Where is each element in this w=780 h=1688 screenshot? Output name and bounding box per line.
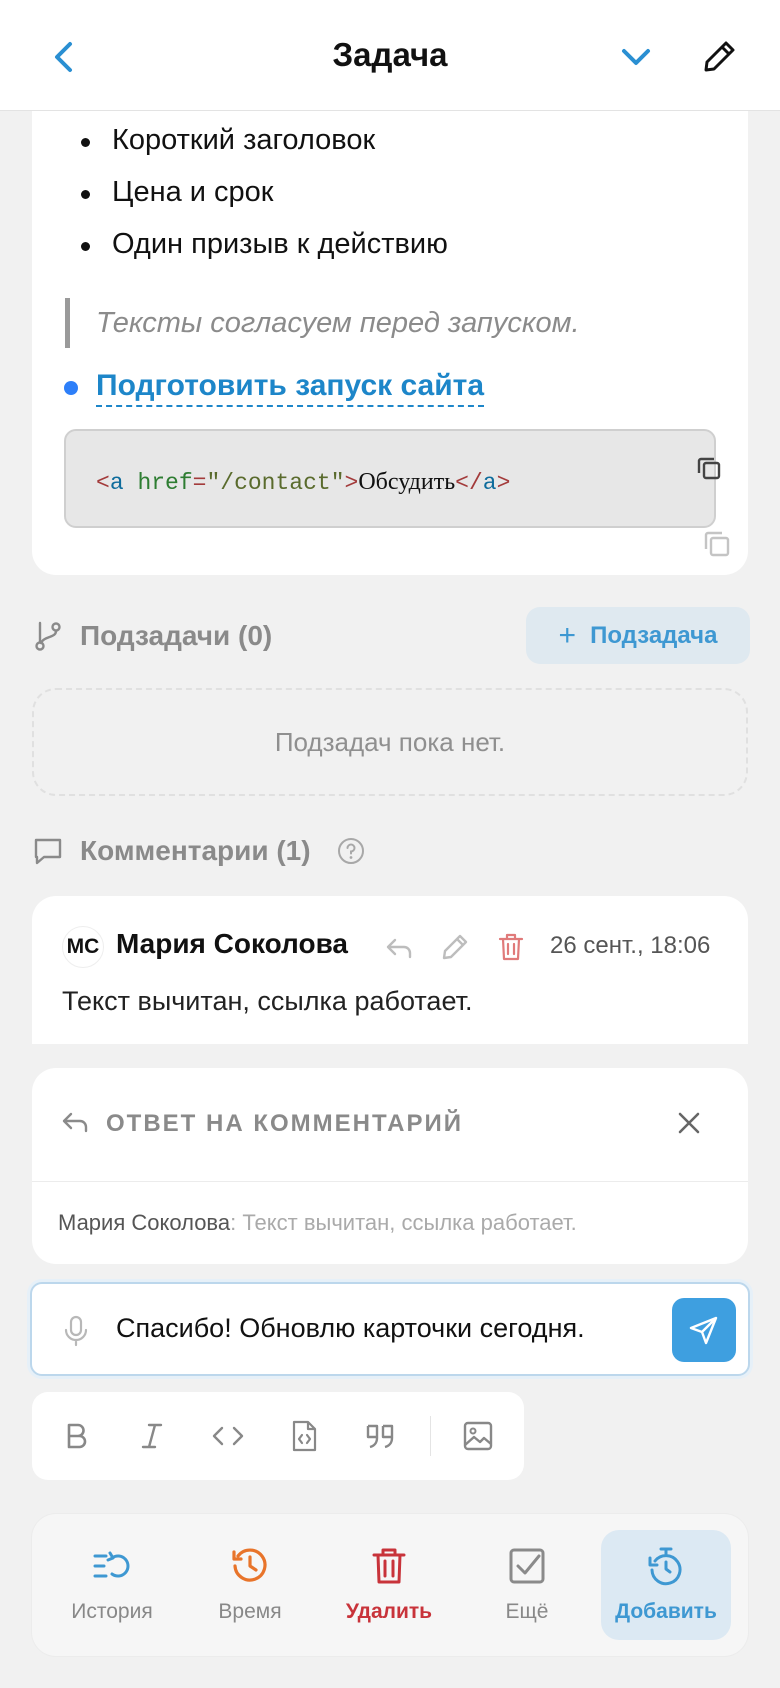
microphone-icon [64,1315,88,1347]
time-button[interactable]: Время [185,1530,315,1640]
toolbar-separator [430,1416,431,1456]
close-icon [678,1112,700,1134]
top-bar: Задача [0,0,780,111]
reply-quote-separator: : [230,1210,243,1235]
history-button[interactable]: История [47,1530,177,1640]
trash-icon [498,933,524,961]
bullet-item: Цена и срок [80,176,274,208]
add-subtask-button[interactable]: + Подзадача [526,607,750,664]
bottom-action-bar: История Время Удалить Ещё Добавить [32,1514,748,1656]
add-time-button[interactable]: Добавить [601,1530,731,1640]
description-card: Короткий заголовок Цена и срок Один приз… [32,111,748,575]
comment-input-value[interactable]: Спасибо! Обновлю карточки сегодня. [116,1313,585,1344]
task-link-row: Подготовить запуск сайта [64,369,485,407]
blockquote: Тексты согласуем перед запуском. [65,298,580,348]
copy-description-button[interactable] [700,527,732,559]
copy-code-button[interactable] [694,453,724,483]
comment-text: Текст вычитан, ссылка работает. [62,986,473,1016]
code-token: </ [455,470,483,496]
edit-task-button[interactable] [700,36,740,76]
close-reply-button[interactable] [676,1110,702,1136]
clock-history-icon [232,1548,267,1582]
add-subtask-label: Подзадача [590,621,718,649]
more-label: Ещё [505,1600,549,1623]
task-link[interactable]: Подготовить запуск сайта [96,369,485,407]
reply-panel: ОТВЕТ НА КОММЕНТАРИЙ Мария Соколова: Тек… [32,1068,748,1264]
reply-quote: Мария Соколова: Текст вычитан, ссылка ра… [58,1210,577,1236]
time-label: Время [218,1600,282,1623]
comment-timestamp: 26 сент., 18:06 [550,932,711,959]
code-token: > [496,470,511,496]
reply-icon [62,1112,88,1133]
code-token: < [96,470,110,496]
code-token: a [109,470,124,496]
reply-icon [386,938,412,959]
delete-task-button[interactable]: Удалить [324,1530,454,1640]
history-icon [93,1551,130,1578]
divider [32,1181,748,1182]
comment-item: МС Мария Соколова 26 сент., 18:06 Текст … [32,896,748,1044]
bold-icon[interactable] [58,1418,94,1454]
comments-header: Комментарии (1) [32,835,365,867]
code-text: <a href="/contact">Обсудить</a> [96,469,510,496]
send-icon [689,1316,718,1345]
italic-icon[interactable] [134,1418,170,1454]
quote-icon[interactable] [362,1418,398,1454]
reply-quote-author: Мария Соколова [58,1210,231,1235]
copy-icon [697,457,721,480]
collapse-button[interactable] [616,40,656,74]
delete-label: Удалить [345,1600,433,1623]
voice-input-button[interactable] [62,1314,90,1348]
plus-icon: + [558,618,577,652]
page-title: Задача [332,36,448,73]
image-icon[interactable] [460,1418,496,1454]
pencil-icon [442,934,468,960]
comment-input[interactable]: Спасибо! Обновлю карточки сегодня. [30,1282,750,1376]
code-token: a [482,470,497,496]
reply-comment-button[interactable] [384,934,414,962]
trash-icon [372,1548,406,1584]
help-icon[interactable] [337,837,365,865]
formatting-toolbar [32,1392,524,1480]
bullet-item: Один призыв к действию [81,228,448,260]
status-dot-icon [64,381,78,395]
send-button[interactable] [672,1298,736,1362]
add-label: Добавить [615,1600,717,1623]
delete-comment-button[interactable] [498,932,524,962]
comment-author: Мария Соколова [116,928,348,959]
edit-comment-button[interactable] [440,932,470,962]
timer-add-icon [648,1547,682,1586]
reply-panel-title: ОТВЕТ НА КОММЕНТАРИЙ [106,1110,463,1137]
branch-icon [35,621,61,651]
code-block: <a href="/contact">Обсудить</a> [64,429,721,528]
code-icon[interactable] [210,1418,246,1454]
code-token: "/contact" [206,470,345,496]
subtasks-empty-state: Подзадач пока нет. [32,688,748,796]
chevron-down-icon [622,49,650,65]
empty-text: Подзадач пока нет. [274,726,506,757]
code-token: Обсудить [358,469,456,495]
code-token: > [344,470,359,496]
avatar: МС [62,926,104,968]
checkbox-icon [509,1548,545,1584]
comment-icon [34,838,62,865]
bullet-item: Короткий заголовок [80,124,376,156]
code-token: = [192,470,207,496]
subtasks-header: Подзадачи (0) [32,620,272,652]
pencil-icon [704,41,735,72]
subtasks-title: Подзадачи (0) [80,620,273,651]
more-button[interactable]: Ещё [462,1530,592,1640]
comments-title: Комментарии (1) [80,835,311,866]
copy-icon [704,531,730,557]
reply-quote-text: Текст вычитан, ссылка работает. [242,1210,577,1235]
code-token: href [137,470,193,496]
code-file-icon[interactable] [286,1418,322,1454]
history-label: История [71,1600,153,1623]
